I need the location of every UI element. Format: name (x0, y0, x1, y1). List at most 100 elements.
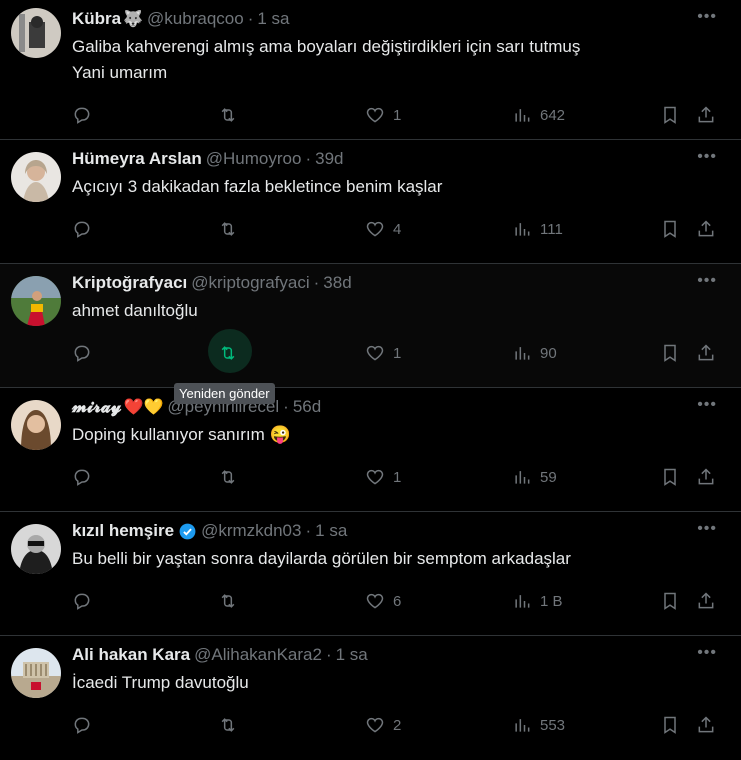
tweet-actions: 1 90 (72, 329, 725, 388)
share-button[interactable] (696, 336, 716, 370)
reply-button[interactable] (72, 336, 92, 370)
bookmark-button[interactable] (660, 98, 680, 132)
views-button[interactable]: 642 (512, 98, 565, 132)
like-count: 1 (393, 106, 402, 124)
timestamp[interactable]: 39d (315, 149, 343, 169)
timestamp[interactable]: 1 sa (257, 9, 289, 29)
like-count: 4 (393, 220, 402, 238)
share-icon (698, 344, 714, 361)
retweet-button[interactable] (218, 460, 238, 494)
like-button[interactable]: 6 (365, 584, 401, 618)
views-button[interactable]: 111 (512, 212, 563, 246)
retweet-button[interactable] (218, 336, 238, 370)
display-name[interactable]: Ali hakan Kara (72, 645, 190, 665)
like-button[interactable]: 2 (365, 708, 401, 742)
display-name[interactable]: Kriptoğrafyacı (72, 273, 187, 293)
username[interactable]: @kriptografyaci (191, 273, 309, 293)
heart-icon (366, 221, 384, 237)
share-icon (698, 592, 714, 609)
more-options-icon[interactable]: ••• (697, 520, 717, 538)
avatar[interactable] (11, 400, 61, 450)
retweet-button[interactable] (218, 708, 238, 742)
reply-button[interactable] (72, 460, 92, 494)
bookmark-button[interactable] (660, 212, 680, 246)
tweet-actions: 2 553 (72, 708, 725, 760)
bookmark-button[interactable] (660, 460, 680, 494)
tweet-text-line: İcaedi Trump davutoğlu (72, 673, 249, 692)
like-button[interactable]: 4 (365, 212, 401, 246)
tweet[interactable]: 𝓶𝓲𝓻𝓪𝔂 ❤️💛 @peynirliirecel · 56d ••• Dopi… (0, 388, 741, 512)
heart-icon (366, 717, 384, 733)
display-name[interactable]: Hümeyra Arslan (72, 149, 202, 169)
tweet-text-line: ahmet danıltoğlu (72, 301, 198, 320)
tweet[interactable]: Kriptoğrafyacı @kriptografyaci · 38d •••… (0, 264, 741, 388)
share-button[interactable] (696, 584, 716, 618)
views-button[interactable]: 1 B (512, 584, 563, 618)
share-button[interactable] (696, 708, 716, 742)
views-button[interactable]: 90 (512, 336, 557, 370)
retweet-icon (221, 222, 235, 236)
timestamp[interactable]: 56d (293, 397, 321, 417)
timestamp[interactable]: 38d (323, 273, 351, 293)
username[interactable]: @kubraqcoo (147, 9, 244, 29)
timestamp[interactable]: 1 sa (315, 521, 347, 541)
reply-icon (74, 469, 90, 486)
retweet-button[interactable] (218, 212, 238, 246)
like-button[interactable]: 1 (365, 336, 401, 370)
separator-dot: · (283, 397, 289, 416)
bookmark-button[interactable] (660, 708, 680, 742)
username[interactable]: @AlihakanKara2 (194, 645, 322, 665)
tweet[interactable]: kızıl hemşire @krmzkdn03 · 1 sa ••• Bu b… (0, 512, 741, 636)
share-button[interactable] (696, 98, 716, 132)
more-options-icon[interactable]: ••• (697, 272, 717, 290)
bookmark-button[interactable] (660, 584, 680, 618)
reply-button[interactable] (72, 98, 92, 132)
more-options-icon[interactable]: ••• (697, 148, 717, 166)
reply-button[interactable] (72, 584, 92, 618)
display-name[interactable]: kızıl hemşire (72, 521, 174, 541)
more-options-icon[interactable]: ••• (697, 644, 717, 662)
bookmark-icon (664, 592, 676, 610)
tweet-text: Doping kullanıyor sanırım 😜 (72, 422, 725, 448)
avatar[interactable] (11, 524, 61, 574)
tweet[interactable]: Kübra 🐺 @kubraqcoo · 1 sa ••• Galiba kah… (0, 0, 741, 140)
views-button[interactable]: 59 (512, 460, 557, 494)
username[interactable]: @Humoyroo (206, 149, 302, 169)
view-count: 90 (540, 344, 557, 362)
separator-dot: · (313, 273, 320, 292)
view-count: 642 (540, 106, 566, 124)
share-button[interactable] (696, 212, 716, 246)
display-name[interactable]: 𝓶𝓲𝓻𝓪𝔂 (72, 397, 122, 417)
avatar[interactable] (11, 152, 61, 202)
timestamp[interactable]: 1 sa (336, 645, 368, 665)
like-count: 2 (393, 716, 402, 734)
bookmark-button[interactable] (660, 336, 680, 370)
tweet-text: İcaedi Trump davutoğlu (72, 670, 725, 696)
reply-icon (74, 593, 90, 610)
tweet-text: Bu belli bir yaştan sonra dayilarda görü… (72, 546, 725, 572)
share-icon (698, 468, 714, 485)
tweet[interactable]: Hümeyra Arslan @Humoyroo · 39d ••• Açıcı… (0, 140, 741, 264)
more-options-icon[interactable]: ••• (697, 8, 717, 26)
retweet-tooltip: Yeniden gönder (174, 383, 275, 404)
views-button[interactable]: 553 (512, 708, 565, 742)
separator-dot: · (325, 645, 332, 664)
reply-icon (74, 107, 90, 124)
display-name[interactable]: Kübra (72, 9, 121, 29)
avatar[interactable] (11, 276, 61, 326)
username[interactable]: @krmzkdn03 (201, 521, 301, 541)
retweet-button[interactable] (218, 584, 238, 618)
share-icon (698, 716, 714, 733)
more-options-icon[interactable]: ••• (697, 396, 717, 414)
like-button[interactable]: 1 (365, 98, 401, 132)
tweet[interactable]: Ali hakan Kara @AlihakanKara2 · 1 sa •••… (0, 636, 741, 757)
bookmark-icon (664, 344, 676, 362)
avatar[interactable] (11, 648, 61, 698)
retweet-button[interactable] (218, 98, 238, 132)
like-button[interactable]: 1 (365, 460, 401, 494)
reply-button[interactable] (72, 212, 92, 246)
reply-button[interactable] (72, 708, 92, 742)
bookmark-icon (664, 716, 676, 734)
share-button[interactable] (696, 460, 716, 494)
avatar[interactable] (11, 8, 61, 58)
